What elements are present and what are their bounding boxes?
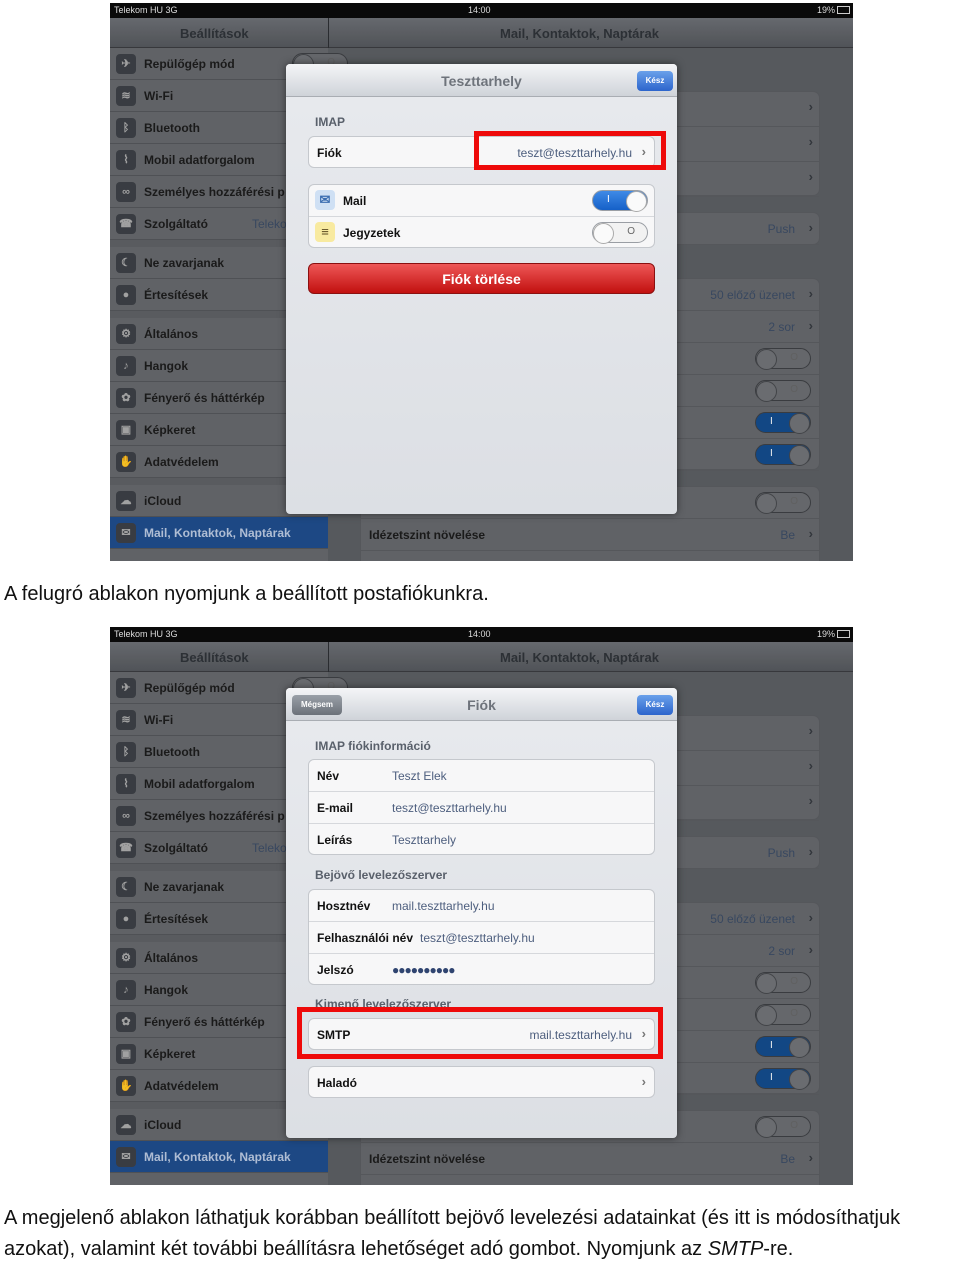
battery-level: 19% — [816, 629, 835, 639]
service-label: Mail — [343, 194, 367, 208]
toggle-on-label: I — [607, 194, 610, 205]
screenshot-account-details: Telekom HU 3G 14:00 19% Beállítások Mail, Ko… — [110, 627, 853, 1185]
toggle-off-label: O — [627, 226, 635, 237]
advanced-group: Haladó › — [308, 1066, 655, 1098]
caption-2-emphasis: SMTP — [707, 1238, 764, 1260]
account-info-group: Név Teszt Elek E-mail teszt@teszttarhely.hu… — [308, 759, 655, 855]
section-label-incoming: Bejövő levelezőszerver — [315, 868, 448, 882]
account-label: Fiók — [317, 146, 342, 160]
caption-2-text-a: azokat), valamint két további beállításr… — [4, 1238, 708, 1260]
carrier-signal: Telekom HU 3G — [114, 5, 178, 15]
caption-2-line-2: azokat), valamint két további beállításr… — [4, 1234, 793, 1265]
carrier-signal: Telekom HU 3G — [114, 629, 178, 639]
info-value: Teszt Elek — [392, 769, 447, 783]
screenshot-account-popup: Telekom HU 3G 14:00 19% Beállítások Mail, Ko… — [110, 3, 853, 561]
battery-icon — [837, 630, 850, 638]
clock: 14:00 — [468, 5, 491, 15]
incoming-value: ●●●●●●●●●● — [392, 963, 455, 977]
services-group: ✉ Mail I ≡ Jegyzetek O — [308, 184, 655, 248]
incoming-row[interactable]: Felhasználói név teszt@teszttarhely.hu — [309, 922, 654, 954]
info-label: E-mail — [317, 801, 354, 815]
section-label-imap: IMAP — [315, 115, 345, 129]
toggle-switch[interactable]: I — [592, 190, 648, 212]
incoming-server-group: Hosztnév mail.teszttarhely.hu Felhasználói… — [308, 889, 655, 985]
info-label: Név — [317, 769, 340, 783]
highlight-box — [297, 1007, 663, 1059]
battery-level: 19% — [816, 5, 835, 15]
account-popup: Teszttarhely Kész IMAP Fiók teszt@teszttarhe… — [286, 64, 677, 514]
done-button[interactable]: Kész — [637, 695, 673, 715]
popup-header: Teszttarhely Kész — [286, 64, 677, 97]
popup-header: Fiók Mégsem Kész — [286, 688, 677, 721]
info-row[interactable]: E-mail teszt@teszttarhely.hu — [309, 792, 654, 824]
service-row: ≡ Jegyzetek O — [309, 217, 654, 249]
info-value: Teszttarhely — [392, 833, 457, 847]
done-button[interactable]: Kész — [637, 71, 673, 91]
incoming-value: teszt@teszttarhely.hu — [420, 931, 535, 945]
incoming-label: Hosztnév — [317, 899, 371, 913]
chevron-right-icon: › — [641, 1074, 646, 1089]
caption-2-line-1: A megjelenő ablakon láthatjuk korábban b… — [4, 1207, 901, 1229]
info-label: Leírás — [317, 833, 353, 847]
clock: 14:00 — [468, 629, 491, 639]
notes-icon: ≡ — [315, 222, 335, 242]
popup-title: Teszttarhely — [441, 73, 522, 89]
status-bar: Telekom HU 3G 14:00 19% — [110, 3, 853, 18]
advanced-row[interactable]: Haladó › — [309, 1067, 654, 1099]
caption-2-text-b: -re. — [763, 1238, 794, 1260]
cancel-button[interactable]: Mégsem — [292, 695, 342, 715]
info-value: teszt@teszttarhely.hu — [392, 801, 507, 815]
incoming-row[interactable]: Hosztnév mail.teszttarhely.hu — [309, 890, 654, 922]
mail-icon: ✉ — [315, 190, 335, 210]
service-label: Jegyzetek — [343, 226, 401, 240]
advanced-label: Haladó — [317, 1076, 358, 1090]
caption-1: A felugró ablakon nyomjunk a beállított … — [4, 583, 489, 605]
account-details-popup: Fiók Mégsem Kész IMAP fiókinformáció Név Tesz… — [286, 688, 677, 1138]
highlight-box — [474, 131, 666, 170]
incoming-label: Jelszó — [317, 963, 354, 977]
section-label-account-info: IMAP fiókinformáció — [315, 739, 431, 753]
incoming-value: mail.teszttarhely.hu — [392, 899, 495, 913]
info-row[interactable]: Név Teszt Elek — [309, 760, 654, 792]
battery-icon — [837, 6, 850, 14]
service-row: ✉ Mail I — [309, 185, 654, 217]
popup-title: Fiók — [467, 697, 496, 713]
incoming-row[interactable]: Jelszó ●●●●●●●●●● — [309, 954, 654, 986]
toggle-switch[interactable]: O — [592, 222, 648, 244]
incoming-label: Felhasználói név — [317, 931, 414, 945]
status-bar: Telekom HU 3G 14:00 19% — [110, 627, 853, 642]
info-row[interactable]: Leírás Teszttarhely — [309, 824, 654, 856]
delete-account-button[interactable]: Fiók törlése — [308, 263, 655, 294]
